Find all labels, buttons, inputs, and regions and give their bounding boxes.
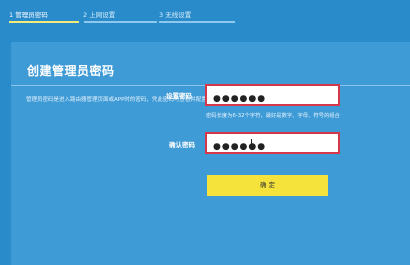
step-wireless-settings: 3 无线设置 xyxy=(159,11,192,19)
confirm-password-label: 确认密码 xyxy=(169,141,195,149)
step-progress-bar-1 xyxy=(9,21,79,23)
confirm-password-input[interactable] xyxy=(207,138,338,156)
set-password-input[interactable] xyxy=(207,90,338,108)
wizard-steps: 1 管理员密码 2 上网设置 3 无线设置 xyxy=(0,0,410,34)
step-progress-bar-2 xyxy=(84,21,157,23)
step-progress-bar-3 xyxy=(159,21,235,23)
router-setup-page: 1 管理员密码 2 上网设置 3 无线设置 创建管理员密码 管理员密码是进入路由… xyxy=(0,0,410,265)
set-password-label: 设置密码 xyxy=(166,92,192,100)
step-internet-settings: 2 上网设置 xyxy=(83,11,116,19)
password-hint: 密码长度为6-32个字符，最好是数字、字母、符号的组合 xyxy=(206,113,340,119)
confirm-button[interactable]: 确 定 xyxy=(207,175,328,196)
set-password-field-frame xyxy=(205,84,340,108)
step-admin-password: 1 管理员密码 xyxy=(9,11,48,19)
panel-title: 创建管理员密码 xyxy=(27,64,115,78)
text-caret xyxy=(251,139,252,149)
confirm-password-field-frame xyxy=(205,132,340,156)
